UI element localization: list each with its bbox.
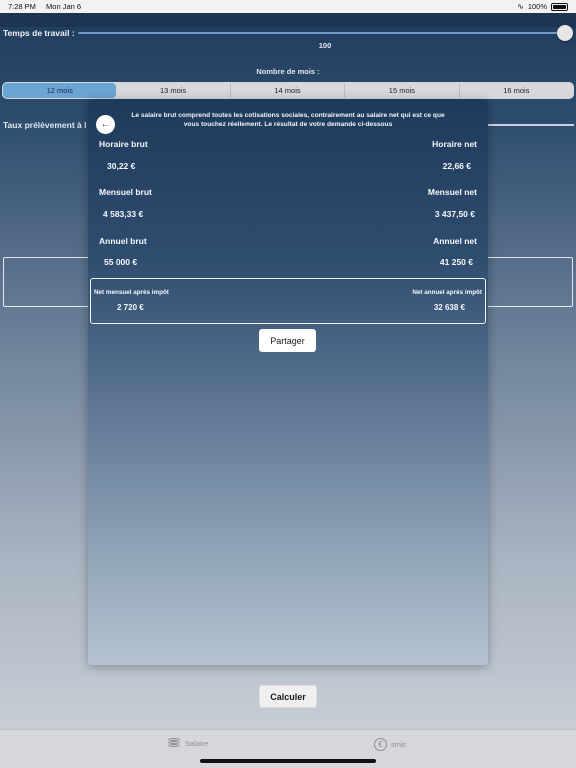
monthly-net-label: Mensuel net: [427, 187, 477, 197]
annual-after-tax-value: 32 638 €: [433, 303, 465, 312]
navigation-bar: [0, 13, 576, 27]
monthly-after-tax-label: Net mensuel après impôt: [94, 289, 169, 296]
result-modal: ← Le salaire brut comprend toutes les co…: [88, 99, 488, 665]
back-button[interactable]: ←: [96, 115, 115, 134]
after-tax-box: Net mensuel après impôt Net annuel après…: [90, 278, 486, 324]
months-segmented-control[interactable]: 12 mois 13 mois 14 mois 15 mois 16 mois: [2, 82, 574, 99]
tab-smic[interactable]: € smic: [374, 738, 406, 751]
annual-after-tax-label: Net annuel après impôt: [412, 289, 482, 296]
monthly-gross-label: Mensuel brut: [99, 187, 152, 197]
tab-salaire-label: Salaire: [185, 739, 209, 748]
hourly-net-value: 22,66 €: [442, 161, 471, 171]
work-time-label: Temps de travail :: [3, 28, 75, 38]
segment-16-mois[interactable]: 16 mois: [460, 83, 573, 98]
segment-15-mois[interactable]: 15 mois: [345, 83, 460, 98]
segment-12-mois[interactable]: 12 mois: [3, 83, 117, 98]
home-indicator: [200, 759, 376, 763]
annual-gross-label: Annuel brut: [99, 236, 147, 246]
tax-rate-label: Taux prélèvement à l: [3, 120, 87, 130]
euro-circle-icon: €: [374, 738, 387, 751]
annual-gross-value: 55 000 €: [104, 257, 138, 267]
hourly-net-label: Horaire net: [432, 139, 477, 149]
work-time-slider-thumb[interactable]: [557, 25, 573, 41]
battery-icon: [551, 2, 568, 11]
segment-14-mois[interactable]: 14 mois: [231, 83, 346, 98]
segment-13-mois[interactable]: 13 mois: [116, 83, 231, 98]
intro-text: Le salaire brut comprend toutes les coti…: [131, 112, 445, 128]
calculate-button[interactable]: Calculer: [259, 685, 317, 708]
annual-net-label: Annuel net: [433, 236, 477, 246]
annual-net-value: 41 250 €: [439, 257, 473, 267]
hourly-gross-value: 30,22 €: [107, 161, 136, 171]
status-bar: 7:28 PM Mon Jan 6 ∿ 100%: [0, 0, 576, 13]
monthly-after-tax-value: 2 720 €: [117, 303, 144, 312]
wifi-icon: ∿: [517, 2, 524, 11]
hourly-gross-label: Horaire brut: [99, 139, 148, 149]
tab-salaire[interactable]: Salaire: [167, 738, 208, 749]
monthly-net-value: 3 437,50 €: [434, 209, 475, 219]
tab-smic-label: smic: [391, 740, 407, 749]
status-time: 7:28 PM: [8, 2, 36, 11]
status-date: Mon Jan 6: [46, 2, 82, 11]
work-time-slider[interactable]: [78, 32, 566, 34]
coins-icon: [167, 738, 181, 749]
monthly-gross-value: 4 583,33 €: [103, 209, 144, 219]
battery-percent: 100%: [527, 2, 547, 11]
tax-rate-slider[interactable]: [488, 124, 574, 126]
months-label: Nombre de mois :: [256, 67, 320, 76]
work-time-value: 100: [318, 41, 332, 50]
arrow-left-icon: ←: [100, 119, 111, 130]
share-button[interactable]: Partager: [259, 329, 316, 352]
